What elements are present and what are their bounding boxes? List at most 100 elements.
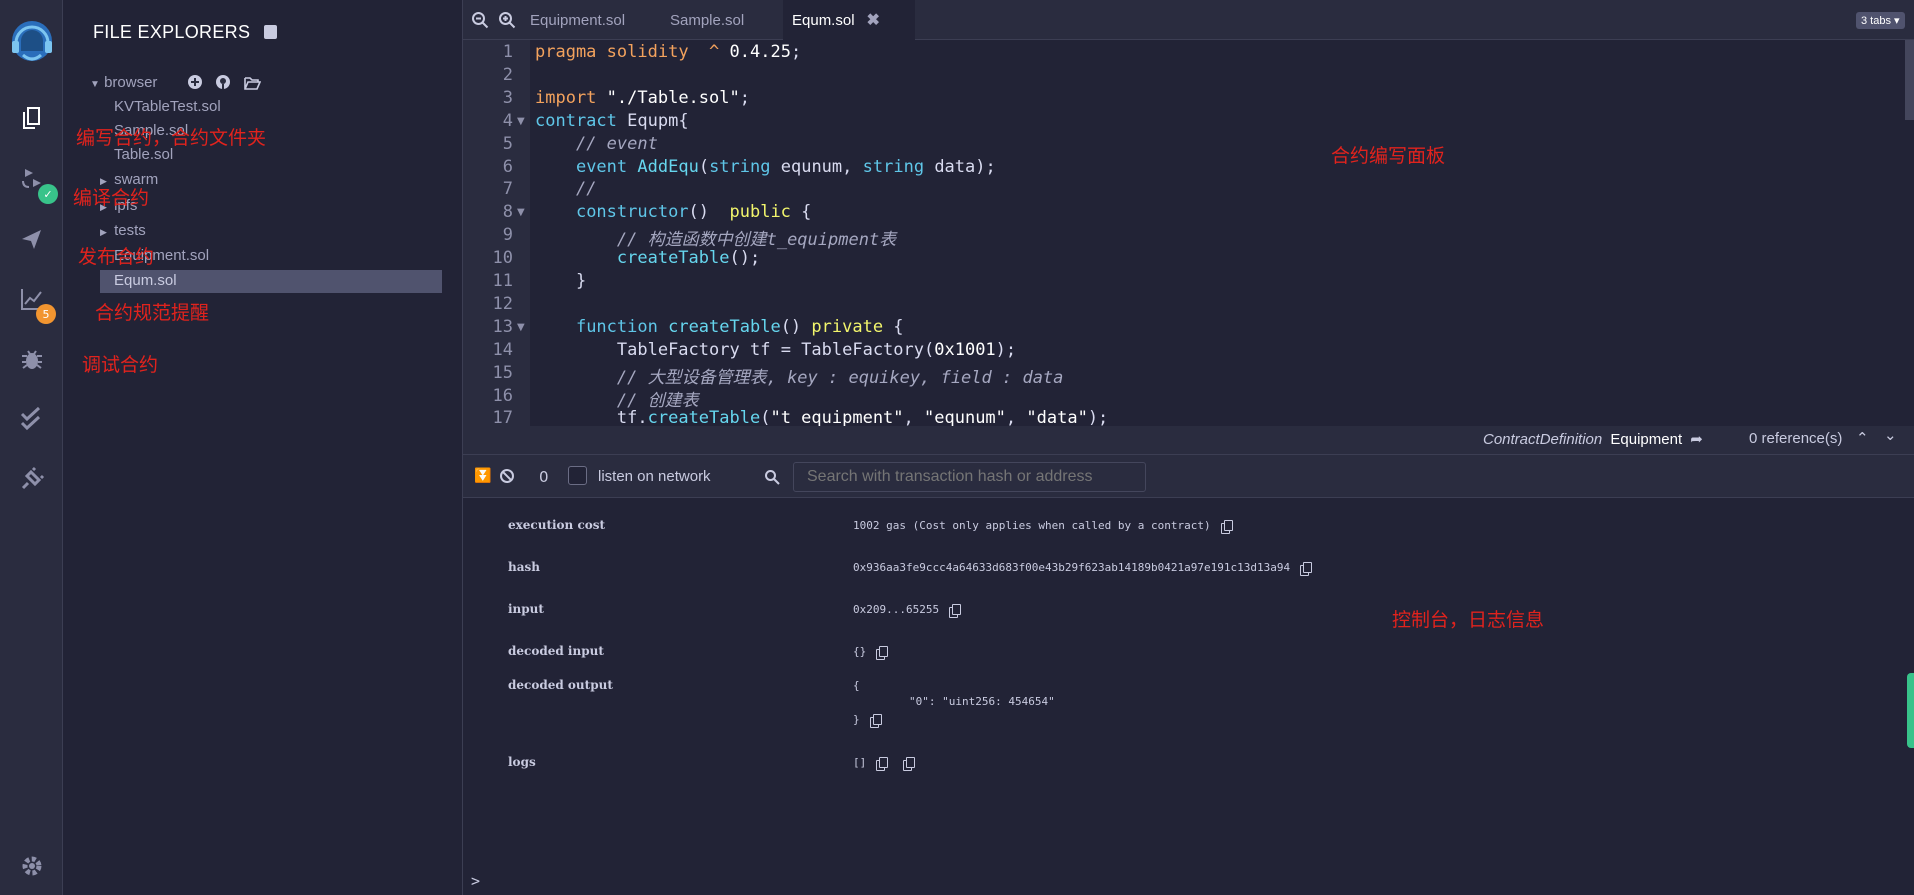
remix-logo-icon[interactable]: [6, 16, 58, 68]
zoom-out-icon[interactable]: [471, 11, 489, 33]
copy-icon[interactable]: [869, 713, 882, 728]
line-number: 7: [502, 179, 513, 200]
settings-gear-icon[interactable]: [16, 850, 48, 882]
tx-value-decoded-input: {}: [853, 645, 889, 660]
zoom-in-icon[interactable]: [498, 11, 516, 33]
copy-icon[interactable]: [1300, 561, 1313, 576]
annotation-console: 控制台，日志信息: [1392, 609, 1545, 631]
tx-value-decoded-output-line: "0": "uint256: 454654": [909, 695, 1055, 708]
code-line[interactable]: createTable();: [535, 248, 760, 268]
references-count: 0 reference(s): [1749, 430, 1843, 447]
close-tab-icon[interactable]: ✖: [867, 10, 880, 30]
copy-icon[interactable]: [876, 645, 889, 660]
listen-network-checkbox[interactable]: [568, 466, 587, 485]
code-line[interactable]: pragma solidity ^ 0.4.25;: [535, 42, 801, 62]
tx-key-execution-cost: execution cost: [508, 518, 606, 532]
transaction-search-input[interactable]: [793, 462, 1146, 492]
chevron-down-icon[interactable]: ⌄: [1884, 426, 1897, 444]
line-number: 4: [502, 110, 513, 131]
line-number: 11: [492, 271, 513, 291]
line-number: 13: [492, 316, 513, 337]
tx-key-decoded-output: decoded output: [508, 678, 613, 692]
line-number: 3: [502, 87, 513, 108]
fold-toggle-icon[interactable]: ▼: [517, 322, 525, 333]
tab-sample[interactable]: Sample.sol: [668, 0, 788, 40]
code-line[interactable]: // event: [535, 134, 658, 154]
line-number: 1: [502, 42, 513, 62]
definition-name: Equipment: [1610, 431, 1683, 448]
editor-scrollbar[interactable]: [1905, 40, 1914, 120]
tx-key-logs: logs: [508, 755, 536, 769]
deploy-icon[interactable]: [16, 223, 48, 255]
line-number: 15: [492, 362, 513, 383]
line-number: 10: [492, 248, 513, 269]
tx-value-execution-cost: 1002 gas (Cost only applies when called …: [853, 519, 1233, 534]
terminal-prompt[interactable]: >: [471, 872, 480, 890]
tx-value-input: 0x209...65255: [853, 603, 962, 618]
pending-transactions-count: 0: [539, 468, 549, 486]
fold-toggle-icon[interactable]: ▼: [517, 207, 525, 218]
line-number: 12: [492, 293, 513, 314]
code-line[interactable]: //: [535, 179, 596, 199]
plugin-manager-icon[interactable]: [16, 463, 48, 495]
editor-tab-bar: Equipment.sol Sample.sol Equm.sol ✖ 3 ta…: [463, 0, 1914, 40]
definition-info: ContractDefinition Equipment ➦: [1483, 430, 1703, 448]
line-number: 9: [502, 225, 513, 246]
search-icon: [764, 469, 780, 489]
code-line[interactable]: }: [535, 271, 586, 291]
definition-kind: ContractDefinition: [1483, 431, 1603, 448]
copy-icon[interactable]: [1220, 519, 1233, 534]
code-line[interactable]: // 创建表: [535, 386, 699, 411]
folder-item[interactable]: ▶ tests: [100, 222, 146, 239]
compile-success-icon: ✓: [38, 184, 58, 204]
fold-toggle-icon[interactable]: ▼: [517, 116, 525, 127]
chevron-up-icon[interactable]: ⌃: [1856, 429, 1869, 447]
code-line[interactable]: event AddEqu(string equnum, string data)…: [535, 157, 996, 177]
copy-icon[interactable]: [876, 756, 889, 771]
code-editor[interactable]: 1 2 3 4 ▼ 5 6 7 8 ▼ 9 10 11 12 13 ▼ 14 15 16 17 pragma soli…: [463, 40, 1914, 426]
code-line[interactable]: // 构造函数中创建t_equipment表: [535, 225, 896, 250]
tx-value-decoded-output-open: {: [853, 679, 860, 692]
tx-value-hash: 0x936aa3fe9ccc4a64633d683f00e43b29f623ab…: [853, 561, 1313, 576]
line-number: 14: [492, 339, 513, 360]
tab-equipment[interactable]: Equipment.sol: [528, 0, 668, 40]
code-line[interactable]: TableFactory tf = TableFactory(0x1001);: [535, 340, 1016, 360]
file-item-selected[interactable]: Equm.sol: [114, 272, 177, 289]
share-arrow-icon[interactable]: ➦: [1690, 431, 1703, 448]
tabs-count-dropdown[interactable]: 3 tabs ▾: [1856, 12, 1905, 29]
copy-icon[interactable]: [949, 603, 962, 618]
clear-console-icon[interactable]: [499, 468, 515, 488]
code-line[interactable]: tf.createTable("t_equipment", "equnum", …: [535, 408, 1108, 426]
annotation-lint: 合约规范提醒: [95, 302, 210, 324]
code-line[interactable]: import "./Table.sol";: [535, 88, 750, 108]
line-number: 6: [502, 156, 513, 177]
annotation-deploy: 发布合约: [78, 246, 155, 268]
listen-network-label: listen on network: [598, 468, 711, 485]
copy-icon[interactable]: [903, 756, 916, 771]
github-icon[interactable]: [215, 74, 231, 94]
test-double-check-icon[interactable]: [16, 403, 48, 435]
create-file-icon[interactable]: [187, 74, 203, 94]
caret-right-icon: ▶: [100, 227, 107, 237]
file-item[interactable]: KVTableTest.sol: [114, 98, 221, 115]
collapse-terminal-icon[interactable]: ⏬: [474, 468, 491, 484]
tx-value-logs: []: [853, 756, 916, 771]
terminal-toolbar: ⏬ 0 listen on network: [463, 454, 1914, 498]
code-line[interactable]: constructor() public {: [535, 202, 811, 222]
definition-bar: ContractDefinition Equipment ➦ 0 referen…: [463, 426, 1914, 454]
workspace-browser-folder[interactable]: ▼ browser: [90, 74, 157, 91]
tab-equm[interactable]: Equm.sol ✖: [783, 0, 915, 40]
debugger-bug-icon[interactable]: [16, 343, 48, 375]
code-line[interactable]: function createTable() private {: [535, 317, 904, 337]
file-explorer-icon[interactable]: [16, 102, 48, 134]
terminal-scroll-indicator[interactable]: [1907, 673, 1914, 748]
line-number: 2: [502, 64, 513, 85]
tx-key-decoded-input: decoded input: [508, 644, 604, 658]
icon-panel: ✓ 5: [0, 0, 63, 895]
book-icon[interactable]: [264, 25, 277, 39]
open-folder-icon[interactable]: [244, 75, 262, 94]
tx-value-decoded-output-close: }: [853, 713, 882, 728]
code-line[interactable]: // 大型设备管理表, key : equikey, field : data: [535, 363, 1064, 388]
code-line[interactable]: contract Equpm{: [535, 111, 689, 131]
analysis-badge: 5: [36, 304, 56, 324]
